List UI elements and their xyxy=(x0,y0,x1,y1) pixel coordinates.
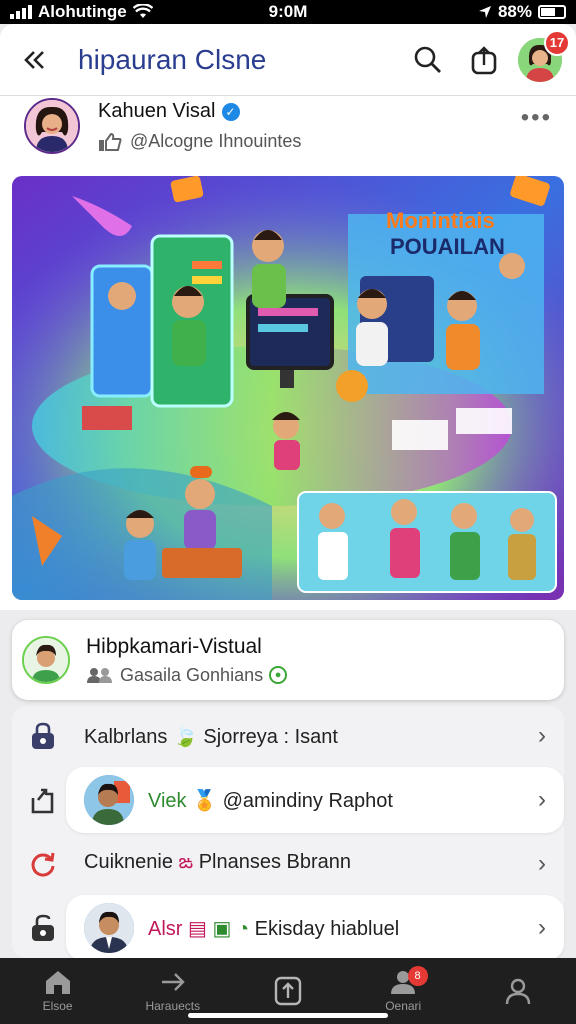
share-button[interactable] xyxy=(462,38,506,82)
battery-percent: 88% xyxy=(497,2,532,21)
list-item-subtitle: Ekisday hiabluel xyxy=(254,917,400,940)
list-item-detail: Bbrann xyxy=(286,850,352,873)
app-header: hipauran Clsne 17 xyxy=(0,24,576,96)
list-item-subtitle: Sjorreya xyxy=(203,725,278,748)
user-card-avatar xyxy=(22,636,70,684)
list-item-avatar xyxy=(84,903,134,953)
status-time: 9:0M xyxy=(268,2,308,21)
nav-home[interactable]: Elsoe xyxy=(0,958,115,1024)
page-title: hipauran Clsne xyxy=(78,43,267,75)
list-item-avatar xyxy=(84,775,134,825)
more-options-button[interactable]: ••• xyxy=(521,104,552,132)
medal-icon: 🏅 xyxy=(192,789,218,812)
search-button[interactable] xyxy=(406,38,450,82)
nav-label: Elsoe xyxy=(42,999,73,1013)
list-item[interactable]: Viek 🏅 @amindiny Raphot › xyxy=(12,767,564,833)
post-author[interactable]: Kahuen Visal ✓ @Alcogne Ihnouintes xyxy=(24,98,301,154)
banner-line2: POUAILAN xyxy=(390,234,505,259)
user-card[interactable]: Hibpkamari-Vistual Gasaila Gonhians ● xyxy=(12,620,564,700)
nav-profile[interactable] xyxy=(461,958,576,1024)
status-bar: Alohutinge 9:0M 88% xyxy=(0,0,576,24)
user-card-subtitle: Gasaila Gonhians xyxy=(120,664,264,685)
author-name: Kahuen Visal xyxy=(98,100,216,122)
list-item[interactable]: Alsr ▤ ▣ ◔ Ekisday hiabluel › xyxy=(12,895,564,961)
chevron-right-icon: › xyxy=(538,722,546,749)
list-item-subtitle: Plnanses xyxy=(198,850,281,873)
list-item[interactable]: Kalbrlans 🍃 Sjorreya : Isant › xyxy=(12,706,564,766)
share-box-icon xyxy=(471,45,497,74)
home-indicator xyxy=(188,1013,388,1018)
nav-badge: 8 xyxy=(407,966,428,986)
calendar-icon: ▤ xyxy=(188,917,207,940)
status-online-icon: ● xyxy=(269,666,288,684)
group-icon xyxy=(87,668,112,683)
chat-icon: ▣ xyxy=(212,917,232,940)
list-item-title: Alsr xyxy=(148,917,183,940)
clock-icon: ◔ xyxy=(236,917,250,940)
settings-list: Kalbrlans 🍃 Sjorreya : Isant › Viek 🏅 @a… xyxy=(12,706,564,961)
unlock-icon xyxy=(32,914,54,941)
home-icon xyxy=(45,971,70,994)
profile-icon xyxy=(506,978,531,1005)
list-item-detail: : Isant xyxy=(283,725,338,748)
nav-label: Harauects xyxy=(145,999,201,1013)
author-avatar[interactable] xyxy=(24,98,80,154)
list-item[interactable]: Cuiknenie ఙ Plnanses Bbrann › xyxy=(12,834,564,894)
battery-icon xyxy=(537,5,566,19)
chevrons-left-icon xyxy=(24,50,44,69)
banner-line1: Monintiais xyxy=(386,208,495,233)
verified-icon: ✓ xyxy=(221,102,240,121)
list-item-subtitle: @amindiny Raphot xyxy=(222,789,393,812)
back-button[interactable] xyxy=(14,38,58,82)
list-item-title: Viek xyxy=(148,789,187,812)
search-icon xyxy=(414,46,441,73)
refresh-icon xyxy=(31,852,55,877)
lock-icon xyxy=(32,722,54,749)
carrier-name: Alohutinge xyxy=(38,2,127,21)
profile-avatar-button[interactable]: 17 xyxy=(518,29,570,82)
list-item-title: Kalbrlans xyxy=(84,725,168,748)
signal-icon xyxy=(10,5,32,19)
leaf-icon: 🍃 xyxy=(172,725,198,748)
post-image[interactable]: Monintiais POUAILAN xyxy=(12,176,564,600)
share-icon xyxy=(31,788,54,814)
nav-label: Oenari xyxy=(385,999,422,1013)
arrow-right-icon xyxy=(161,973,185,991)
sparkle-icon: ఙ xyxy=(178,850,194,873)
user-card-name: Hibpkamari-Vistual xyxy=(86,634,262,658)
author-handle: @Alcogne Ihnouintes xyxy=(130,131,302,151)
upload-icon xyxy=(274,976,302,1006)
post-card: Kahuen Visal ✓ @Alcogne Ihnouintes ••• M… xyxy=(0,96,576,610)
wifi-icon xyxy=(132,4,153,18)
chevron-right-icon: › xyxy=(538,914,546,941)
chevron-right-icon: › xyxy=(538,850,546,877)
location-icon xyxy=(478,6,491,18)
list-item-title: Cuiknenie xyxy=(84,850,173,873)
notification-badge: 17 xyxy=(544,29,570,56)
chevron-right-icon: › xyxy=(538,786,546,813)
thumbs-up-icon xyxy=(99,132,122,151)
